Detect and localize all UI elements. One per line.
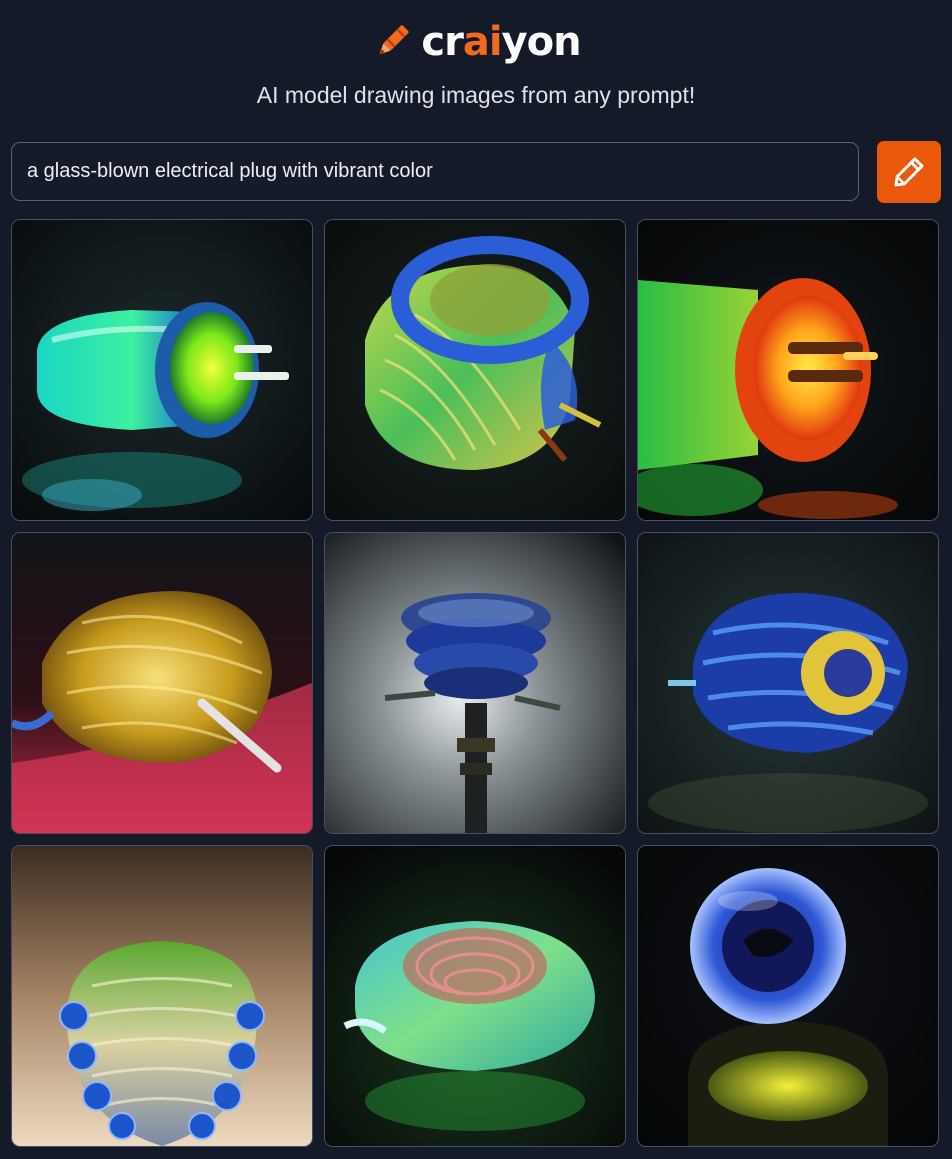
draw-button[interactable] [877, 141, 941, 203]
result-image[interactable] [11, 219, 313, 521]
generated-image [638, 533, 938, 833]
tagline: AI model drawing images from any prompt! [256, 82, 696, 108]
generated-image [325, 220, 625, 520]
generated-image [12, 220, 312, 520]
result-image[interactable] [637, 532, 939, 834]
logo[interactable]: craiyon [0, 14, 952, 70]
generated-image [638, 846, 938, 1146]
prompt-input[interactable] [11, 142, 859, 201]
results-grid [11, 219, 939, 1147]
brand-name-prefix: cr [421, 19, 463, 65]
brand-name-accent: ai [462, 19, 503, 65]
result-image[interactable] [324, 219, 626, 521]
generated-image [638, 220, 938, 520]
result-image[interactable] [324, 845, 626, 1147]
result-image[interactable] [324, 532, 626, 834]
brand-name: craiyon [421, 19, 582, 65]
generated-image [12, 846, 312, 1146]
crayon-icon [380, 25, 410, 55]
header: craiyon AI model drawing images from any… [0, 0, 952, 135]
generated-image [325, 533, 625, 833]
result-image[interactable] [637, 219, 939, 521]
generated-image [325, 846, 625, 1146]
brand-name-suffix: yon [501, 19, 582, 65]
result-image[interactable] [11, 845, 313, 1147]
generated-image [12, 533, 312, 833]
result-image[interactable] [637, 845, 939, 1147]
pencil-icon [894, 157, 924, 187]
result-image[interactable] [11, 532, 313, 834]
